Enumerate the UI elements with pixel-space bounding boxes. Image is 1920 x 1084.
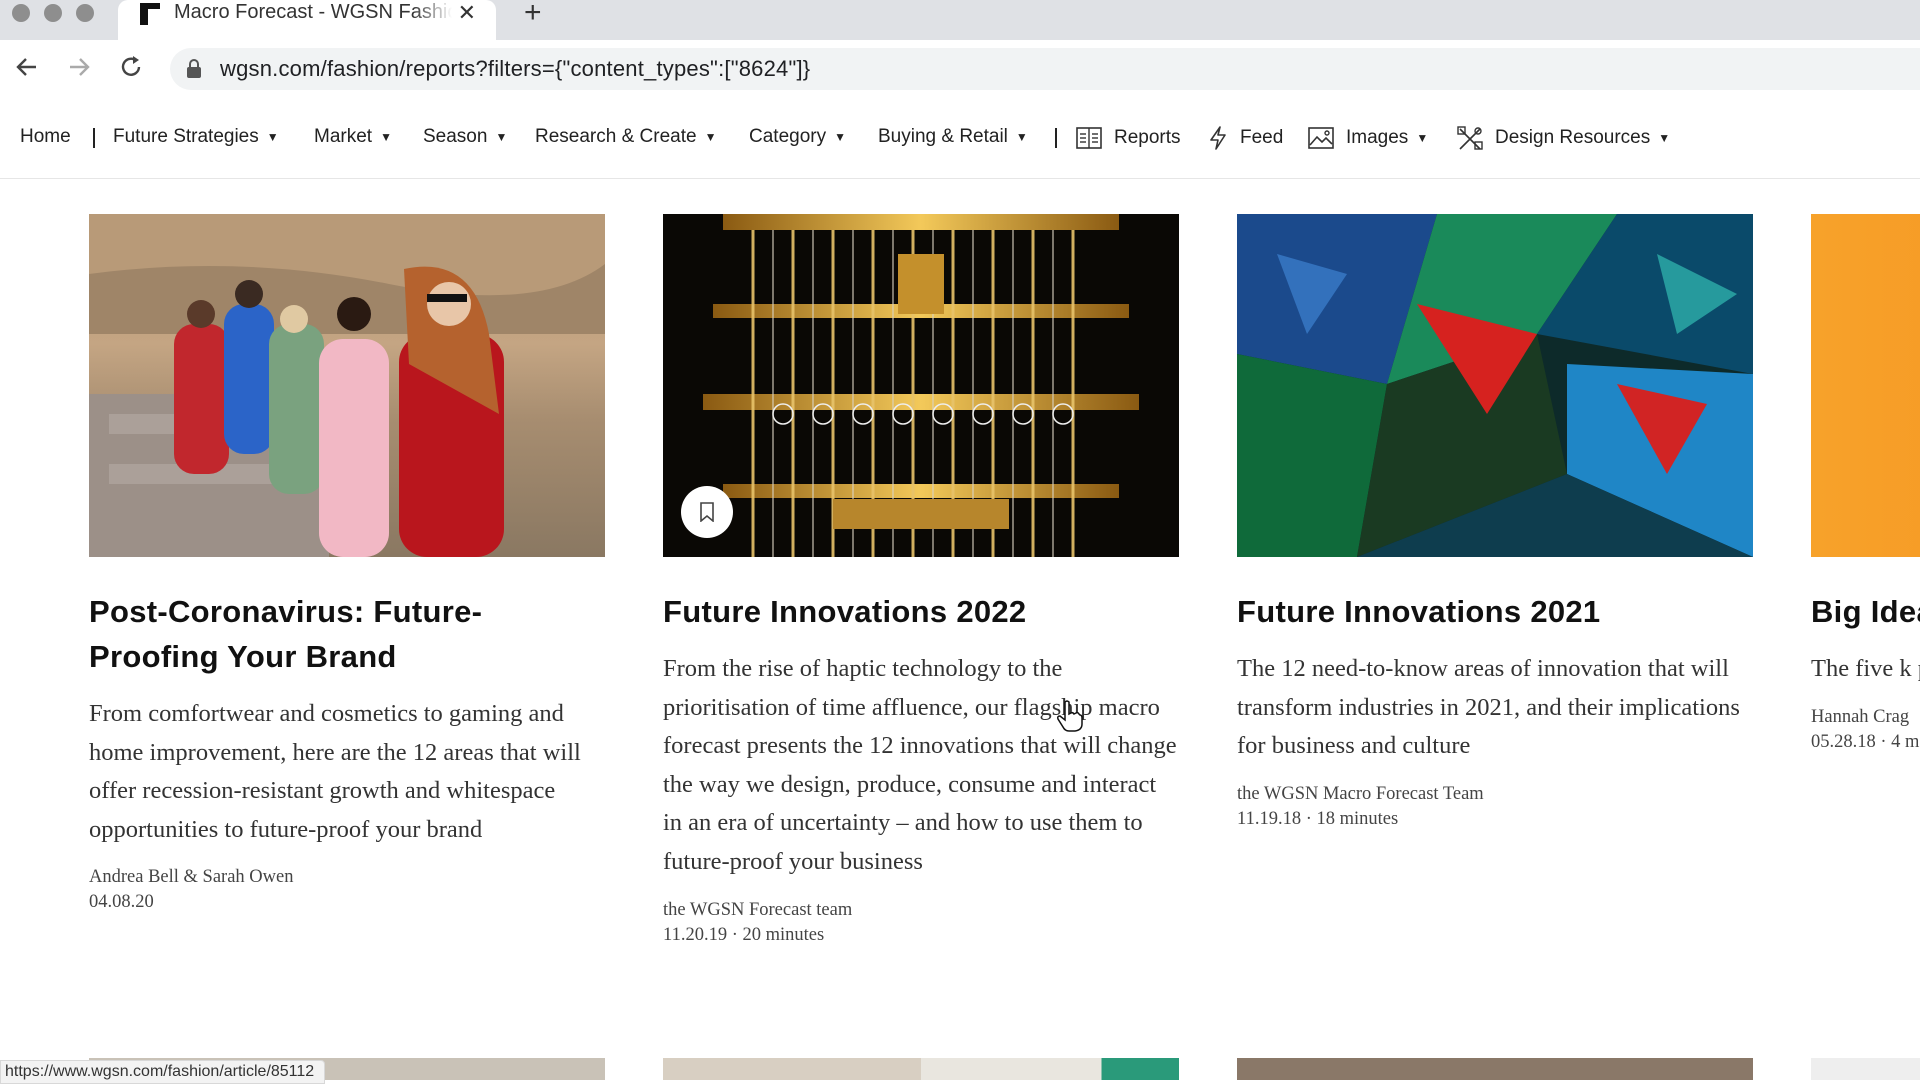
caret-down-icon: ▼ — [380, 130, 392, 144]
report-thumbnail[interactable] — [1237, 1058, 1753, 1080]
report-author: the WGSN Macro Forecast Team — [1237, 783, 1484, 804]
nav-research-create-label: Research & Create — [535, 126, 697, 147]
nav-home[interactable]: Home — [20, 126, 71, 148]
nav-feed[interactable]: Feed — [1208, 126, 1283, 150]
tab-title: Macro Forecast - WGSN Fashion — [174, 1, 452, 23]
caret-down-icon: ▼ — [1015, 130, 1028, 144]
report-title[interactable]: Future Innovations 2022 — [663, 589, 1179, 634]
window-close-dot[interactable] — [12, 4, 30, 22]
nav-market[interactable]: Market ▼ — [314, 126, 392, 148]
abstract-crystal-photo — [1237, 214, 1753, 557]
report-card[interactable]: Future Innovations 2022 From the rise of… — [663, 214, 1179, 946]
window-minimize-dot[interactable] — [44, 4, 62, 22]
lock-icon — [187, 59, 201, 78]
report-title[interactable]: Future Innovations 2021 — [1237, 589, 1753, 634]
link-status-bar: https://www.wgsn.com/fashion/article/851… — [0, 1060, 326, 1084]
caret-down-icon: ▼ — [834, 130, 846, 144]
nav-divider — [1055, 128, 1057, 148]
nav-divider — [93, 128, 95, 148]
browser-toolbar: wgsn.com/fashion/reports?filters={"conte… — [0, 40, 1920, 99]
nav-design-resources[interactable]: Design Resources ▼ — [1457, 126, 1670, 150]
report-author: the WGSN Forecast team — [663, 899, 853, 920]
hand-cursor-icon — [1057, 700, 1083, 732]
close-icon[interactable]: ✕ — [458, 0, 476, 26]
reports-icon — [1076, 127, 1102, 149]
url-text[interactable]: wgsn.com/fashion/reports?filters={"conte… — [220, 56, 810, 82]
image-icon — [1308, 127, 1334, 149]
report-author: Andrea Bell & Sarah Owen — [89, 867, 294, 888]
nav-reports[interactable]: Reports — [1076, 126, 1181, 150]
report-thumbnail[interactable] — [1811, 1058, 1920, 1080]
report-thumbnail[interactable] — [663, 1058, 1179, 1080]
nav-future-strategies[interactable]: Future Strategies ▼ — [113, 126, 279, 148]
report-title[interactable]: Big Idea — [1811, 589, 1920, 634]
quantum-computer-photo — [703, 214, 1139, 557]
nav-research-create[interactable]: Research & Create ▼ — [535, 126, 716, 148]
nav-feed-label: Feed — [1240, 127, 1284, 148]
bookmark-icon — [700, 502, 714, 522]
report-meta: 11.19.18 · 18 minutes — [1237, 808, 1399, 829]
forward-arrow-icon[interactable] — [64, 52, 94, 82]
report-meta: 11.20.19 · 20 minutes — [663, 924, 825, 945]
nav-season-label: Season — [423, 126, 488, 147]
reload-icon[interactable] — [116, 52, 146, 82]
active-tab[interactable]: Macro Forecast - WGSN Fashion ✕ — [118, 0, 496, 40]
caret-down-icon: ▼ — [1416, 131, 1429, 145]
caret-down-icon: ▼ — [704, 130, 717, 144]
report-description: The five k planning — [1811, 655, 1920, 682]
lightning-icon — [1210, 126, 1226, 150]
caret-down-icon: ▼ — [266, 130, 279, 144]
design-tools-icon — [1457, 126, 1483, 150]
report-card[interactable]: Future Innovations 2021 The 12 need-to-k… — [1237, 214, 1753, 830]
report-thumbnail[interactable] — [663, 214, 1179, 557]
report-author: Hannah Crag — [1811, 706, 1910, 727]
nav-season[interactable]: Season ▼ — [423, 126, 507, 148]
report-thumbnail[interactable] — [89, 214, 605, 557]
report-description: From comfortwear and cosmetics to gaming… — [89, 700, 581, 843]
nav-future-strategies-label: Future Strategies — [113, 126, 259, 147]
report-description: From the rise of haptic technology to th… — [663, 655, 1177, 875]
report-card[interactable]: Big Idea The five k planning Hannah Crag… — [1811, 214, 1920, 753]
nav-design-resources-label: Design Resources — [1495, 127, 1651, 148]
address-bar[interactable]: wgsn.com/fashion/reports?filters={"conte… — [170, 48, 1920, 90]
nav-reports-label: Reports — [1114, 127, 1181, 148]
nav-category[interactable]: Category ▼ — [749, 126, 846, 148]
report-card-clip: Big Idea The five k planning Hannah Crag… — [1811, 214, 1920, 1034]
nav-home-label: Home — [20, 126, 71, 147]
report-description: The 12 need-to-know areas of innovation … — [1237, 655, 1740, 760]
nav-market-label: Market — [314, 126, 373, 147]
wgsn-favicon-icon — [140, 3, 160, 25]
window-zoom-dot[interactable] — [76, 4, 94, 22]
report-title[interactable]: Post-Coronavirus: Future-Proofing Your B… — [89, 589, 605, 679]
report-thumbnail[interactable] — [1237, 214, 1753, 557]
browser-tab-bar: Macro Forecast - WGSN Fashion ✕ + — [0, 0, 1920, 40]
nav-buying-retail[interactable]: Buying & Retail ▼ — [878, 126, 1028, 148]
back-arrow-icon[interactable] — [12, 52, 42, 82]
new-tab-button[interactable]: + — [524, 0, 542, 30]
report-thumbnail[interactable] — [1811, 214, 1920, 557]
report-meta: 05.28.18 · 4 m — [1811, 731, 1920, 752]
site-navigation: Home Future Strategies ▼ Market ▼ Season… — [0, 98, 1920, 179]
bookmark-button[interactable] — [681, 486, 733, 538]
report-meta: 04.08.20 — [89, 892, 154, 913]
nav-buying-retail-label: Buying & Retail — [878, 126, 1008, 147]
nav-images-label: Images — [1346, 127, 1409, 148]
report-card[interactable]: Post-Coronavirus: Future-Proofing Your B… — [89, 214, 605, 913]
caret-down-icon: ▼ — [495, 130, 508, 144]
people-saluting-photo — [89, 214, 605, 557]
nav-images[interactable]: Images ▼ — [1308, 126, 1428, 150]
caret-down-icon: ▼ — [1658, 131, 1671, 145]
nav-category-label: Category — [749, 126, 827, 147]
